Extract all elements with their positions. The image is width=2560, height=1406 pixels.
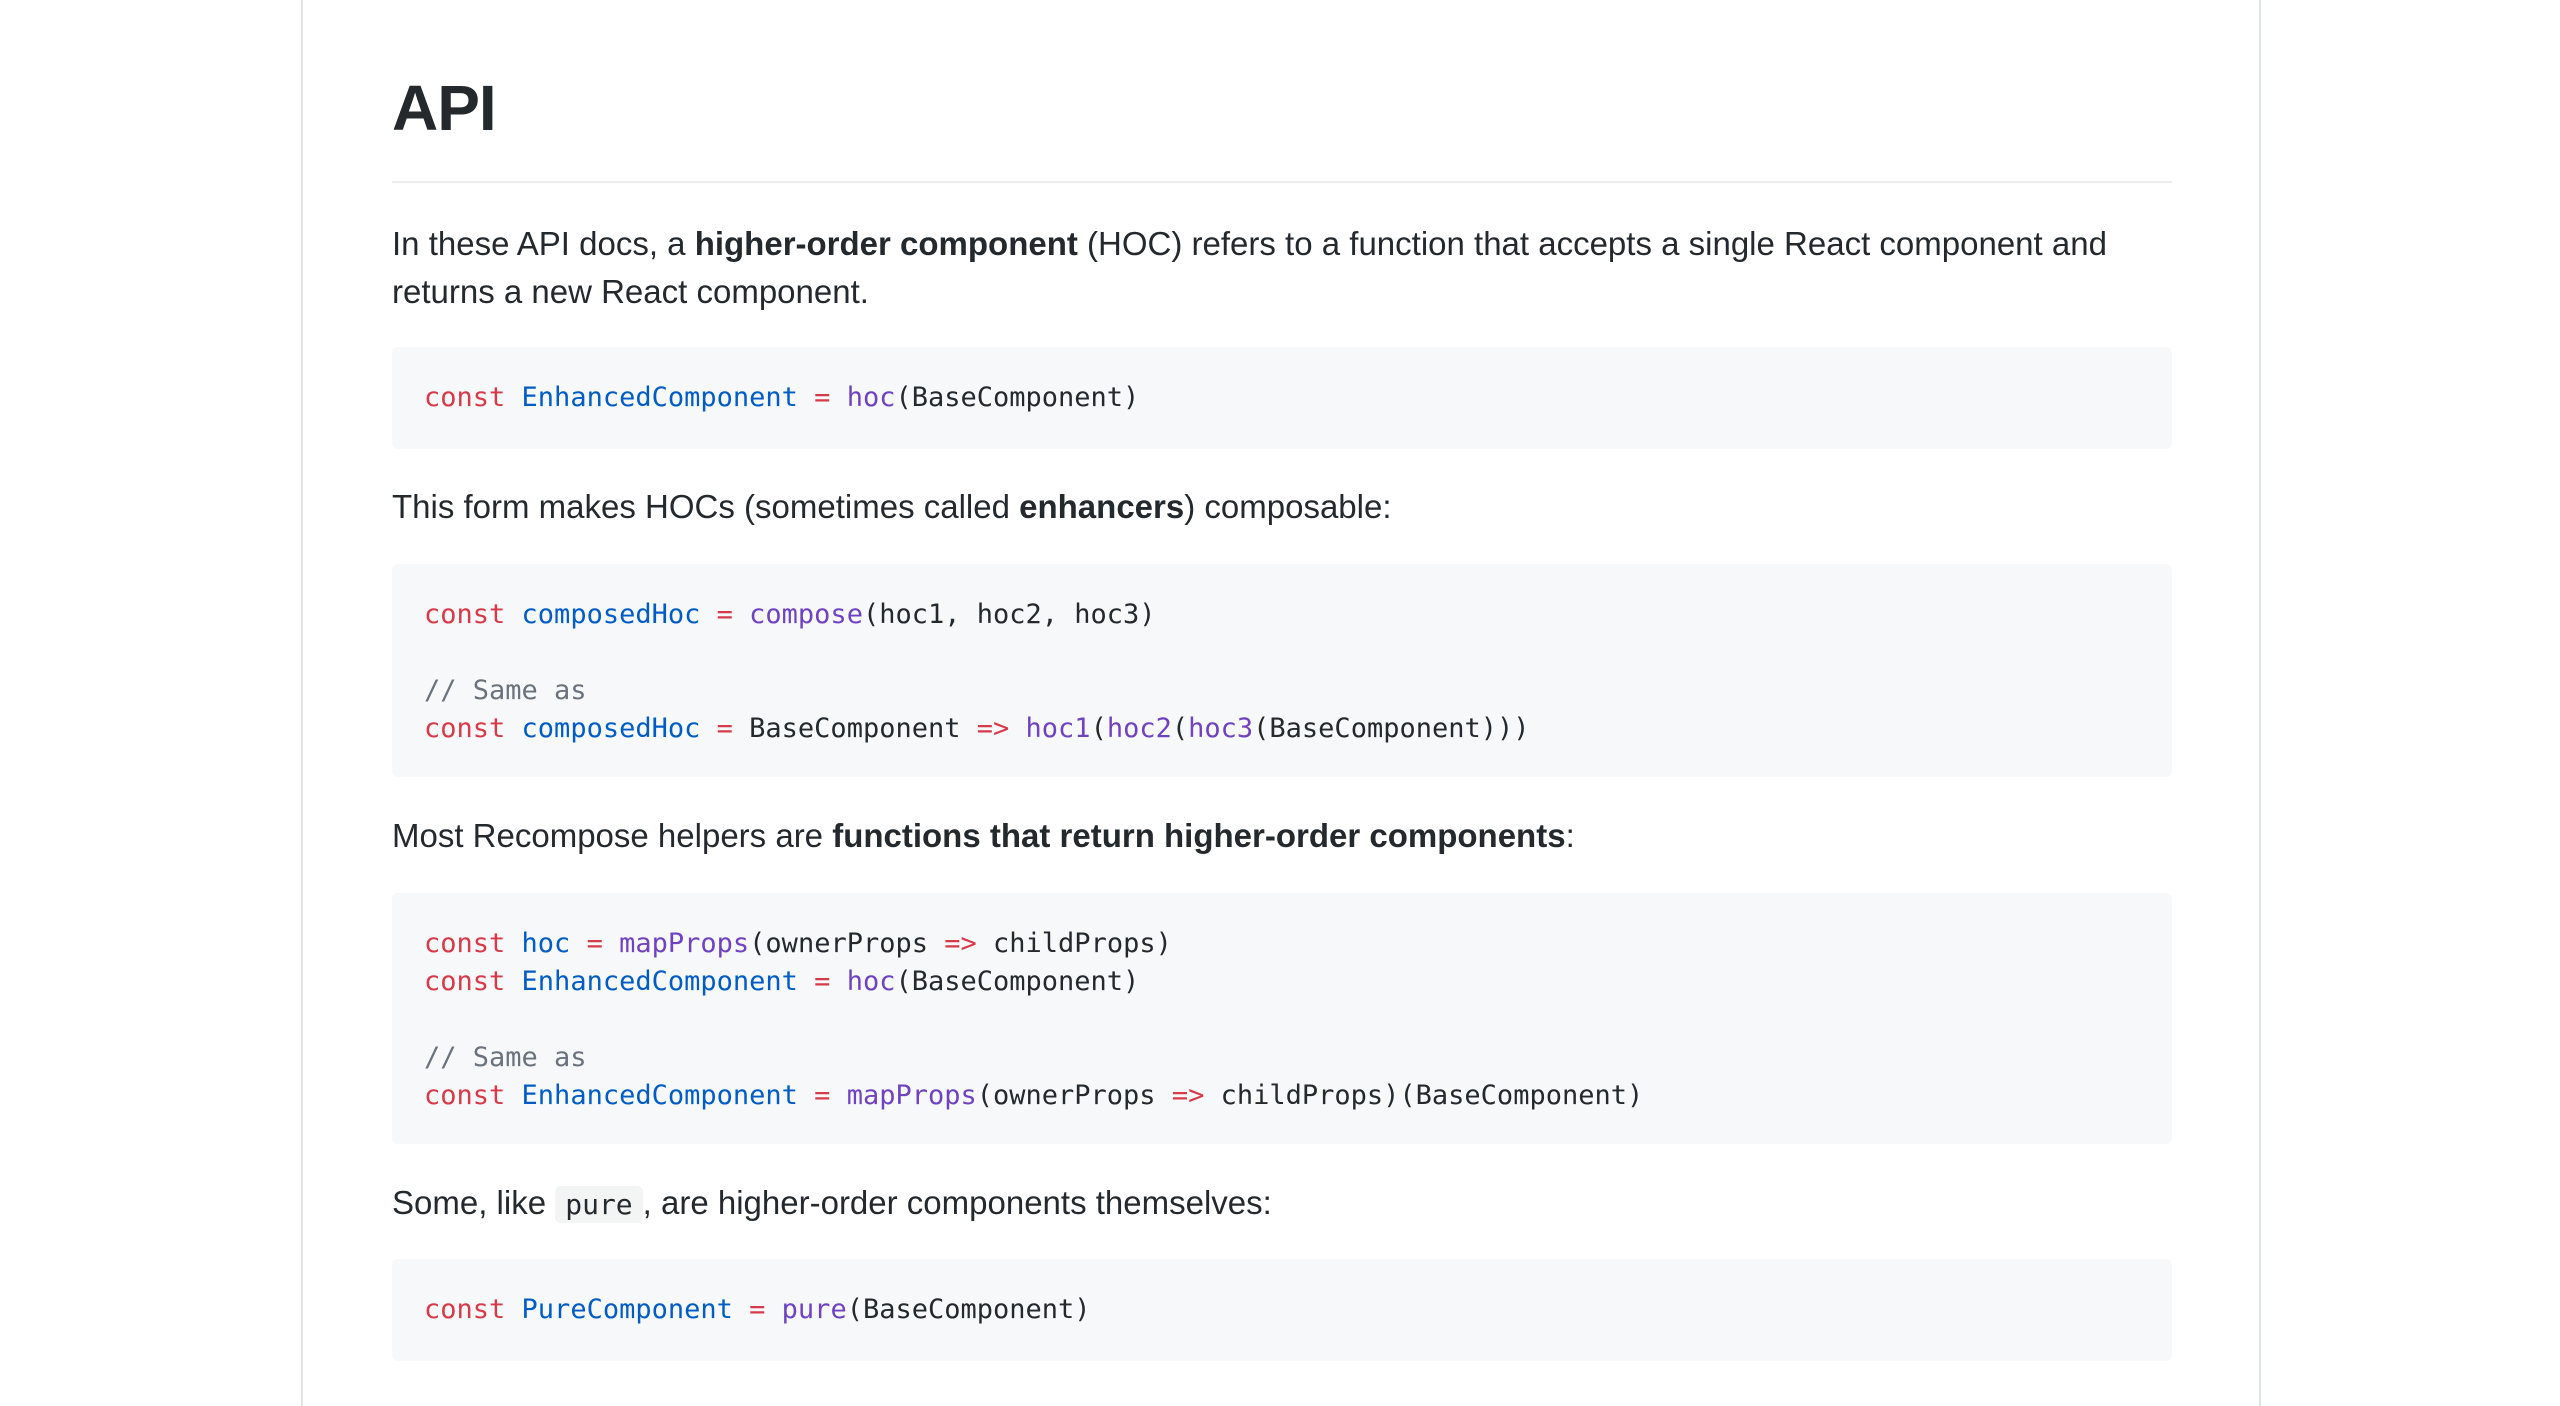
code-blank-line (424, 634, 2140, 672)
code-block-compose[interactable]: const composedHoc = compose(hoc1, hoc2, … (392, 564, 2172, 777)
pure-paragraph: Some, like pure, are higher-order compon… (392, 1184, 1272, 1223)
code-blank-line (424, 1001, 2140, 1039)
code-block-mapprops[interactable]: const hoc = mapProps(ownerProps => child… (392, 893, 2172, 1144)
page-title: API (392, 72, 497, 144)
intro-paragraph: In these API docs, a higher-order compon… (392, 225, 2107, 310)
code-line: const EnhancedComponent = hoc(BaseCompon… (424, 382, 1140, 413)
code-line: const hoc = mapProps(ownerProps => child… (424, 928, 1172, 959)
heading-divider (392, 181, 2172, 183)
code-line: const PureComponent = pure(BaseComponent… (424, 1294, 1091, 1325)
inline-code-pure: pure (555, 1186, 643, 1223)
code-line: const EnhancedComponent = hoc(BaseCompon… (424, 966, 1140, 997)
code-block-pure[interactable]: const PureComponent = pure(BaseComponent… (392, 1259, 2172, 1361)
code-line: const EnhancedComponent = mapProps(owner… (424, 1080, 1644, 1111)
code-line: const composedHoc = compose(hoc1, hoc2, … (424, 599, 1156, 630)
code-line: const composedHoc = BaseComponent => hoc… (424, 713, 1530, 744)
helpers-paragraph: Most Recompose helpers are functions tha… (392, 817, 1575, 854)
code-block-hoc[interactable]: const EnhancedComponent = hoc(BaseCompon… (392, 347, 2172, 449)
code-comment: // Same as (424, 1042, 587, 1073)
compose-paragraph: This form makes HOCs (sometimes called e… (392, 488, 1392, 525)
code-comment: // Same as (424, 675, 587, 706)
